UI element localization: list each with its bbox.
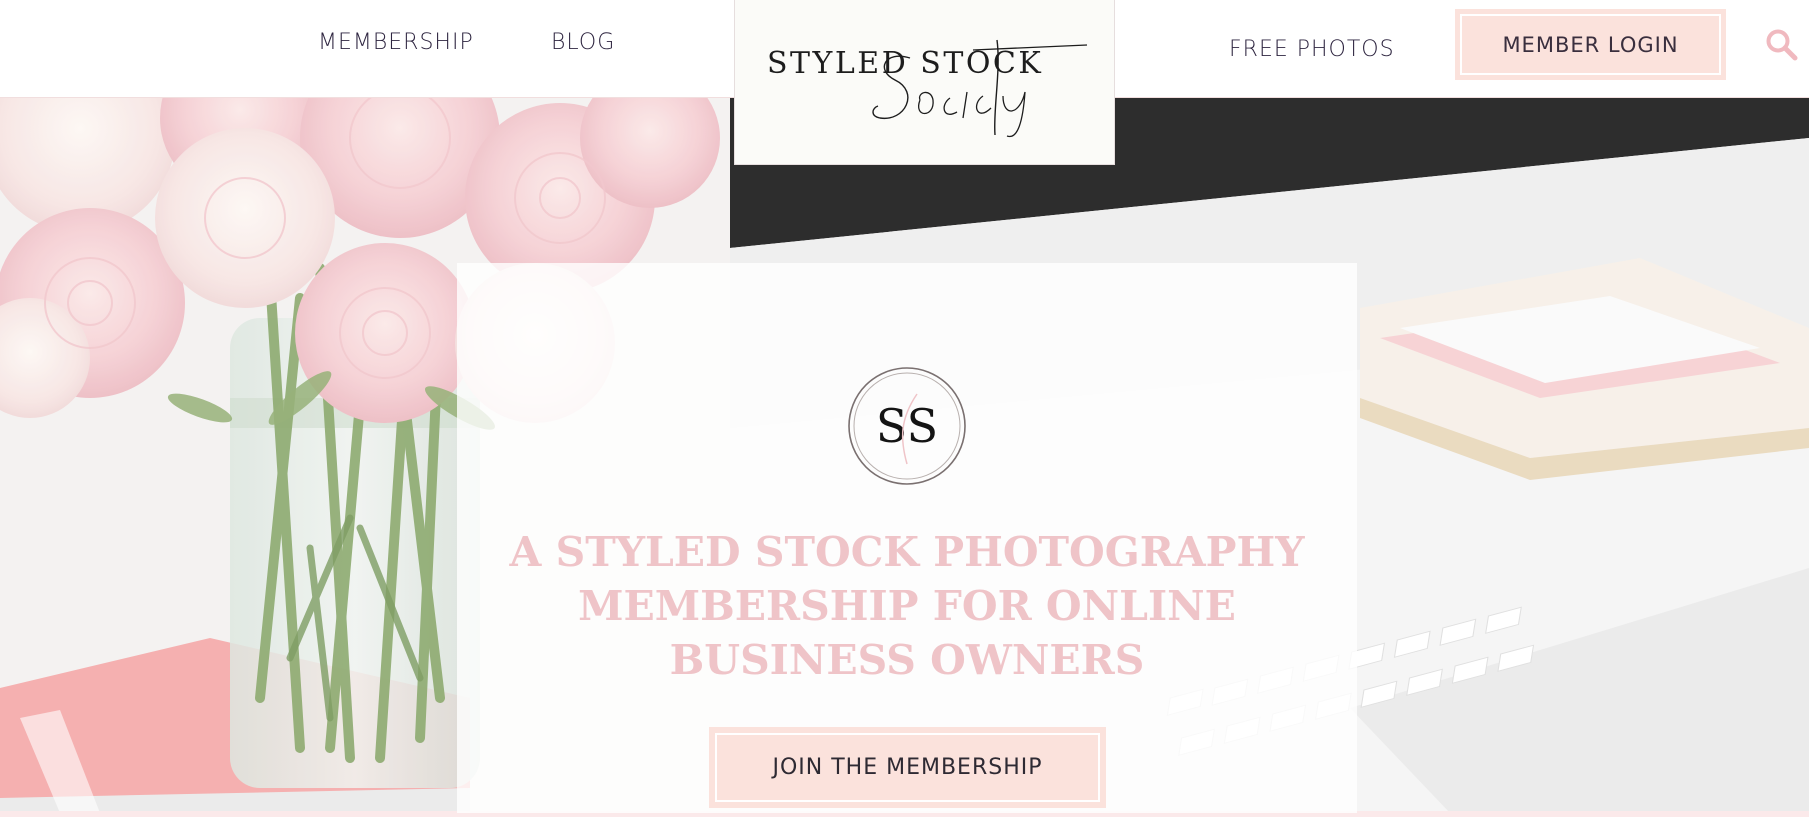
hero-overlay-card: SS A STYLED STOCK PHOTOGRAPHY MEMBERSHIP… [457, 263, 1357, 813]
nav-blog[interactable]: BLOG [551, 30, 615, 55]
logo-script-society [872, 39, 1088, 138]
member-login-button[interactable]: MEMBER LOGIN [1455, 9, 1726, 80]
ss-monogram-badge: SS [848, 367, 966, 485]
monogram-text: SS [876, 399, 938, 453]
search-icon[interactable] [1764, 27, 1798, 61]
hero-title-line-3: BUSINESS OWNERS [669, 636, 1145, 684]
nav-membership[interactable]: MEMBERSHIP [318, 30, 474, 55]
member-login-label: MEMBER LOGIN [1502, 32, 1679, 57]
site-logo[interactable]: STYLED STOCK [734, 0, 1115, 165]
hero-title: A STYLED STOCK PHOTOGRAPHY MEMBERSHIP FO… [457, 525, 1357, 687]
hero-title-line-1: A STYLED STOCK PHOTOGRAPHY [509, 528, 1305, 576]
join-membership-label: JOIN THE MEMBERSHIP [772, 755, 1043, 780]
hero-title-line-2: MEMBERSHIP FOR ONLINE [578, 582, 1236, 630]
nav-free-photos[interactable]: FREE PHOTOS [1229, 37, 1395, 62]
join-membership-button[interactable]: JOIN THE MEMBERSHIP [709, 727, 1106, 808]
